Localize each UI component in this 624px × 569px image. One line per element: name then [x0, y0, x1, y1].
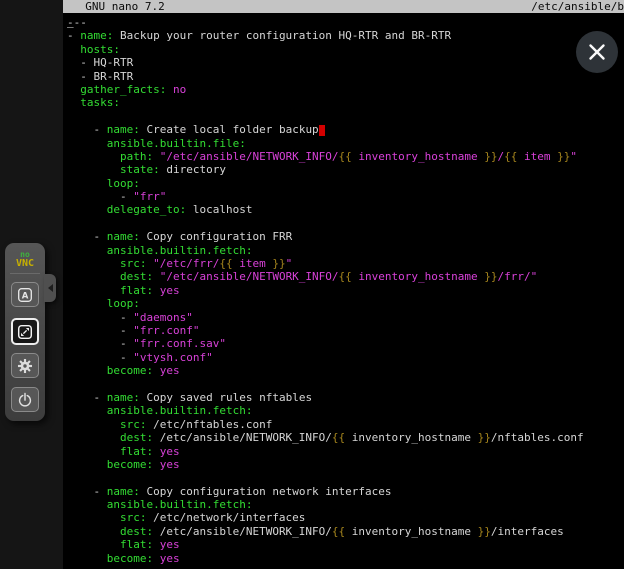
editor-line: state: directory	[67, 163, 624, 176]
novnc-control-bar: no VNC A	[5, 243, 45, 421]
power-button[interactable]	[11, 387, 39, 412]
editor-line	[67, 110, 624, 123]
editor-line: gather_facts: no	[67, 83, 624, 96]
clipboard-letter: A	[22, 291, 29, 301]
editor-line: delegate_to: localhost	[67, 203, 624, 216]
close-icon	[575, 30, 619, 74]
editor-line: - name: Backup your router configuration…	[67, 29, 624, 42]
nano-title-bar: GNU nano 7.2 /etc/ansible/b	[63, 0, 624, 13]
screen: { "vnc_controlbar": { "logo": {"line1": …	[0, 0, 624, 569]
editor-line: src: /etc/network/interfaces	[67, 511, 624, 524]
editor-line: - name: Create local folder backup	[67, 123, 624, 136]
editor-line: - HQ-RTR	[67, 56, 624, 69]
logo-separator	[10, 273, 40, 274]
editor-line: become: yes	[67, 364, 624, 377]
power-icon	[16, 391, 34, 409]
editor-line: tasks:	[67, 96, 624, 109]
editor-line: ansible.builtin.file:	[67, 137, 624, 150]
nano-app-title: GNU nano 7.2	[72, 0, 165, 13]
editor-line: - "vtysh.conf"	[67, 351, 624, 364]
fullscreen-button[interactable]	[11, 318, 39, 345]
collapse-arrow-icon	[48, 284, 53, 292]
editor-line: - "frr"	[67, 190, 624, 203]
vnc-terminal-canvas[interactable]: GNU nano 7.2 /etc/ansible/b ---- name: B…	[63, 0, 624, 569]
editor-line: src: /etc/nftables.conf	[67, 418, 624, 431]
novnc-logo: no VNC	[5, 250, 45, 268]
controlbar-collapse-handle[interactable]	[44, 274, 56, 302]
editor-line: ansible.builtin.fetch:	[67, 244, 624, 257]
editor-line: ---	[67, 16, 624, 29]
editor-line: - name: Copy configuration FRR	[67, 230, 624, 243]
clipboard-button[interactable]: A	[11, 282, 39, 307]
editor-line: src: "/etc/frr/{{ item }}"	[67, 257, 624, 270]
editor-line: loop:	[67, 177, 624, 190]
editor-line: flat: yes	[67, 538, 624, 551]
editor-line	[67, 378, 624, 391]
editor-line: - "frr.conf"	[67, 324, 624, 337]
editor-line: hosts:	[67, 43, 624, 56]
editor-line: - name: Copy configuration network inter…	[67, 485, 624, 498]
close-button[interactable]	[575, 30, 619, 74]
fullscreen-icon	[16, 323, 34, 341]
editor-line: loop:	[67, 297, 624, 310]
editor-line: flat: yes	[67, 445, 624, 458]
gear-icon	[16, 357, 34, 375]
editor-line: ansible.builtin.fetch:	[67, 498, 624, 511]
editor-line: dest: "/etc/ansible/NETWORK_INFO/{{ inve…	[67, 270, 624, 283]
editor-line: path: "/etc/ansible/NETWORK_INFO/{{ inve…	[67, 150, 624, 163]
vnc-background-strip: no VNC A	[0, 0, 63, 569]
editor-line: dest: /etc/ansible/NETWORK_INFO/{{ inven…	[67, 525, 624, 538]
editor-line	[67, 217, 624, 230]
editor-line	[67, 471, 624, 484]
editor-line: - "daemons"	[67, 311, 624, 324]
editor-line: dest: /etc/ansible/NETWORK_INFO/{{ inven…	[67, 431, 624, 444]
editor-line: become: yes	[67, 552, 624, 565]
editor-line: ansible.builtin.fetch:	[67, 404, 624, 417]
clipboard-icon: A	[16, 286, 34, 304]
editor-line: - "frr.conf.sav"	[67, 337, 624, 350]
editor-line: - name: Copy saved rules nftables	[67, 391, 624, 404]
editor-line: - BR-RTR	[67, 70, 624, 83]
novnc-logo-line2: VNC	[5, 259, 45, 268]
editor-line: flat: yes	[67, 284, 624, 297]
nano-editor-content[interactable]: ---- name: Backup your router configurat…	[63, 13, 624, 565]
nano-file-path: /etc/ansible/b	[531, 0, 624, 13]
settings-button[interactable]	[11, 353, 39, 378]
editor-line: become: yes	[67, 458, 624, 471]
